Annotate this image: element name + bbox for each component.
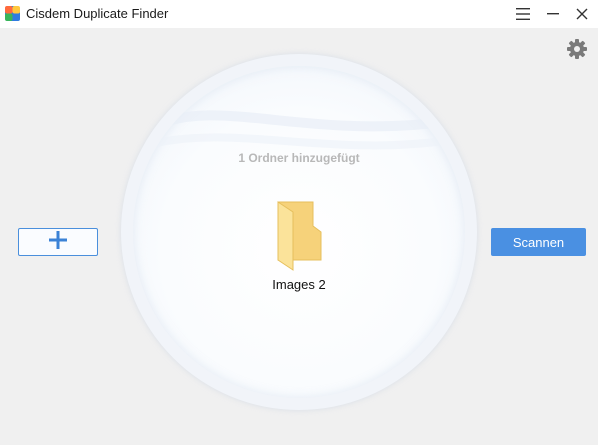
minimize-icon[interactable] (538, 0, 568, 28)
folder-icon[interactable] (273, 200, 325, 272)
folder-count-label: 1 Ordner hinzugefügt (238, 151, 360, 165)
plus-icon (49, 230, 67, 254)
close-icon[interactable] (567, 0, 597, 28)
gear-icon[interactable] (566, 38, 588, 60)
scan-button[interactable]: Scannen (491, 228, 586, 256)
title-bar: Cisdem Duplicate Finder (0, 0, 598, 28)
app-logo-icon (5, 6, 20, 21)
window-title: Cisdem Duplicate Finder (26, 6, 169, 21)
add-folder-button[interactable] (18, 228, 98, 256)
folder-name: Images 2 (272, 277, 326, 292)
hamburger-menu-icon[interactable] (508, 0, 538, 28)
